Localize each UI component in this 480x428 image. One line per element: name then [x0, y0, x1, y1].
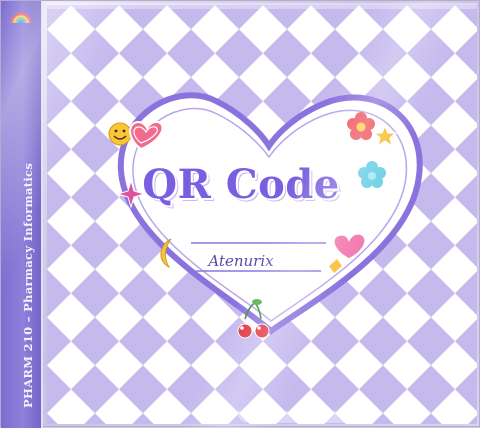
album-title: QR Code [142, 161, 340, 208]
author-signature: Atenurix [208, 252, 274, 270]
case-hinge-bottom [237, 411, 357, 423]
heart-frame [108, 92, 423, 339]
cd-case: PHARM 210 – Pharmacy Informatics QR Code… [0, 0, 480, 428]
case-hinge-top [47, 3, 477, 9]
heart-outline [117, 92, 423, 335]
smiley-icon [108, 122, 132, 146]
